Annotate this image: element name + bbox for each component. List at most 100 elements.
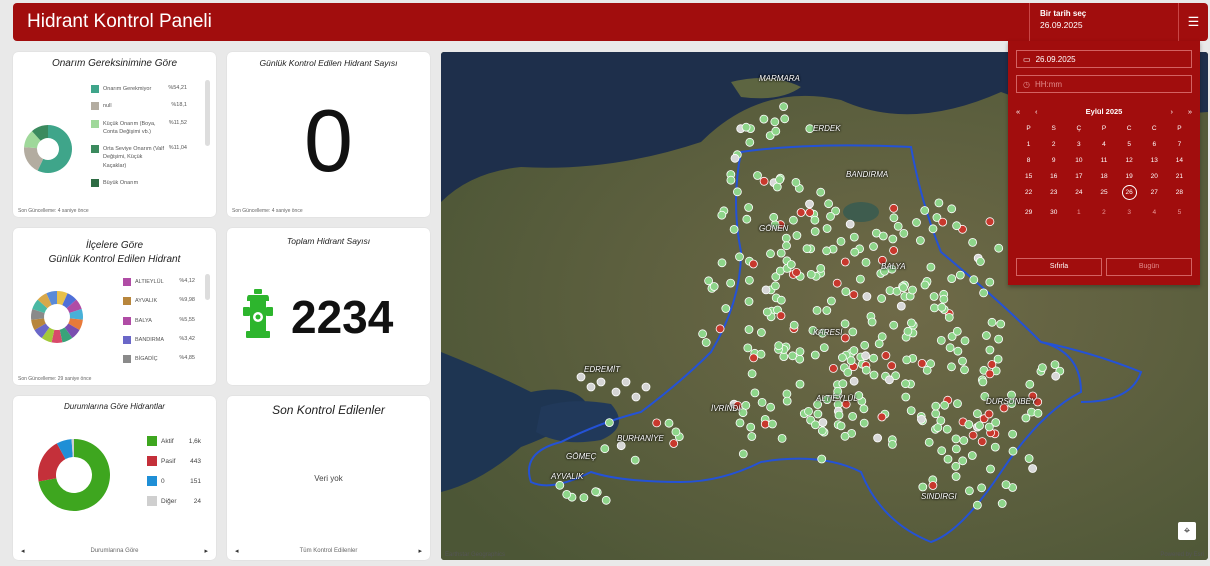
hydrant-marker[interactable] — [915, 236, 925, 245]
hydrant-marker[interactable] — [931, 409, 941, 419]
hydrant-marker[interactable] — [735, 252, 744, 262]
calendar-day[interactable]: 22 — [1016, 189, 1041, 200]
hydrant-marker[interactable] — [717, 210, 727, 220]
hydrant-marker[interactable] — [952, 221, 961, 231]
hydrant-marker[interactable] — [824, 199, 834, 209]
hydrant-marker[interactable] — [843, 367, 853, 377]
hydrant-marker[interactable] — [782, 241, 791, 251]
hydrant-marker[interactable] — [877, 412, 887, 422]
hydrant-marker[interactable] — [1008, 446, 1018, 456]
hydrant-marker[interactable] — [730, 153, 740, 163]
hydrant-marker[interactable] — [795, 379, 805, 389]
calendar-day[interactable]: 15 — [1016, 173, 1041, 180]
hydrant-marker[interactable] — [899, 228, 909, 238]
calendar-day[interactable]: 14 — [1167, 157, 1192, 164]
hydrant-marker[interactable] — [901, 379, 910, 389]
hydrant-marker[interactable] — [924, 437, 934, 447]
hydrant-marker[interactable] — [555, 480, 565, 490]
hydrant-marker[interactable] — [937, 302, 947, 312]
hydrant-marker[interactable] — [951, 434, 961, 444]
hydrant-marker[interactable] — [761, 285, 771, 295]
hydrant-marker[interactable] — [861, 365, 871, 375]
hydrant-marker[interactable] — [985, 277, 995, 287]
hydrant-marker[interactable] — [782, 389, 792, 399]
hydrant-marker[interactable] — [747, 432, 757, 441]
legend-item[interactable]: ALTIEYLÜL %4,12 — [123, 278, 195, 286]
hydrant-marker[interactable] — [936, 335, 946, 345]
hydrant-marker[interactable] — [982, 331, 991, 340]
hydrant-marker[interactable] — [869, 353, 879, 363]
hydrant-marker[interactable] — [859, 418, 869, 428]
hydrant-marker[interactable] — [939, 294, 949, 304]
hydrant-marker[interactable] — [929, 292, 939, 301]
hydrant-marker[interactable] — [770, 117, 780, 127]
hydrant-marker[interactable] — [621, 377, 631, 387]
hydrant-marker[interactable] — [887, 439, 897, 449]
hydrant-marker[interactable] — [947, 362, 956, 372]
hydrant-marker[interactable] — [671, 427, 681, 437]
hydrant-marker[interactable] — [922, 365, 932, 375]
hydrant-marker[interactable] — [958, 356, 967, 366]
hydrant-marker[interactable] — [818, 418, 828, 427]
calendar-day[interactable]: 19 — [1117, 173, 1142, 180]
hydrant-marker[interactable] — [861, 351, 871, 361]
hydrant-marker[interactable] — [944, 312, 954, 322]
hydrant-marker[interactable] — [896, 301, 906, 311]
hydrant-marker[interactable] — [789, 320, 799, 330]
hydrant-marker[interactable] — [810, 420, 820, 430]
hydrant-marker[interactable] — [792, 231, 802, 240]
hydrant-marker[interactable] — [822, 306, 832, 315]
hydrant-marker[interactable] — [873, 433, 883, 443]
calendar-day[interactable]: 8 — [1016, 157, 1041, 164]
hydrant-marker[interactable] — [652, 418, 662, 428]
today-button[interactable]: Bugün — [1106, 258, 1192, 276]
hydrant-marker[interactable] — [849, 232, 859, 242]
hydrant-marker[interactable] — [726, 175, 736, 185]
hydrant-marker[interactable] — [849, 376, 859, 386]
hydrant-marker[interactable] — [918, 482, 928, 492]
hydrant-marker[interactable] — [938, 217, 948, 227]
hydrant-marker[interactable] — [943, 454, 953, 464]
hydrant-marker[interactable] — [600, 444, 610, 454]
locate-icon[interactable]: ⌖ — [1178, 522, 1196, 540]
hydrant-marker[interactable] — [898, 283, 908, 293]
legend-item[interactable]: Aktif 1,6k — [147, 436, 201, 446]
district-legend-scrollbar[interactable] — [205, 274, 210, 300]
hydrant-marker[interactable] — [788, 215, 798, 225]
hydrant-marker[interactable] — [777, 433, 787, 443]
hydrant-marker[interactable] — [756, 328, 766, 337]
hydrant-marker[interactable] — [641, 382, 651, 392]
calendar-day[interactable]: 3 — [1117, 209, 1142, 216]
hydrant-marker[interactable] — [664, 418, 674, 428]
hydrant-marker[interactable] — [838, 379, 848, 389]
hydrant-marker[interactable] — [889, 213, 899, 223]
calendar-day[interactable]: 21 — [1167, 173, 1192, 180]
pager-prev-icon[interactable]: ◂ — [21, 547, 25, 555]
hydrant-marker[interactable] — [669, 439, 679, 448]
hydrant-marker[interactable] — [968, 430, 978, 440]
hydrant-marker[interactable] — [1033, 408, 1043, 418]
calendar-day[interactable]: 27 — [1142, 189, 1167, 200]
hydrant-marker[interactable] — [1008, 429, 1017, 439]
hydrant-marker[interactable] — [772, 182, 782, 192]
hydrant-marker[interactable] — [791, 177, 801, 187]
hydrant-marker[interactable] — [889, 203, 899, 213]
hydrant-marker[interactable] — [717, 258, 727, 268]
hydrant-marker[interactable] — [849, 290, 859, 300]
hydrant-marker[interactable] — [817, 426, 827, 436]
pager-prev-icon[interactable]: ◂ — [235, 547, 239, 555]
hydrant-marker[interactable] — [781, 233, 791, 243]
month-label[interactable]: Eylül 2025 — [1016, 107, 1192, 116]
hydrant-marker[interactable] — [929, 303, 939, 313]
hydrant-marker[interactable] — [965, 486, 974, 496]
hydrant-marker[interactable] — [757, 397, 767, 407]
hydrant-marker[interactable] — [902, 355, 912, 365]
calendar-day[interactable]: 7 — [1167, 141, 1192, 148]
hydrant-marker[interactable] — [967, 451, 977, 460]
legend-item[interactable]: BİGADİÇ %4,85 — [123, 355, 195, 363]
hydrant-marker[interactable] — [586, 382, 596, 392]
calendar-day[interactable]: 9 — [1041, 157, 1066, 164]
hydrant-marker[interactable] — [576, 372, 586, 382]
hydrant-marker[interactable] — [994, 243, 1004, 253]
hydrant-marker[interactable] — [596, 377, 606, 387]
